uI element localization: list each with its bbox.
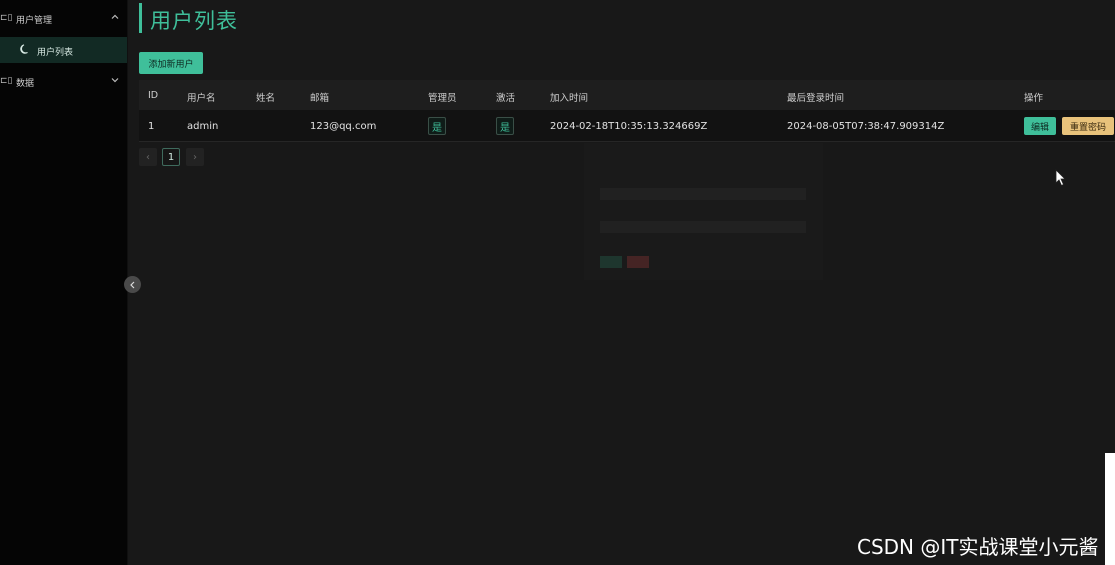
cell-id: 1 xyxy=(148,121,155,132)
faded-confirm-button xyxy=(600,256,622,268)
sidebar-item-user-list[interactable]: 用户列表 xyxy=(0,37,127,63)
sidebar: ⊏▯ 用户管理 用户列表 ⊏▯ 数据 xyxy=(0,0,128,565)
active-tag: 是 xyxy=(496,117,514,135)
chevron-left-icon xyxy=(129,281,134,288)
title-accent-bar xyxy=(139,3,142,33)
faded-input xyxy=(600,188,806,200)
data-structure-icon: ⊏▯ xyxy=(0,76,13,86)
data-structure-icon: ⊏▯ xyxy=(0,13,13,23)
column-header-actions: 操作 xyxy=(1024,93,1044,104)
cell-email: 123@qq.com xyxy=(310,121,377,132)
edit-button[interactable]: 编辑 xyxy=(1024,117,1056,135)
faded-input xyxy=(600,221,806,233)
menu-group-user-management[interactable]: ⊏▯ 用户管理 xyxy=(0,6,128,32)
mouse-cursor-icon xyxy=(1055,169,1066,187)
edge-strip xyxy=(1105,453,1115,565)
admin-tag: 是 xyxy=(428,117,446,135)
column-header-name: 姓名 xyxy=(256,93,276,104)
user-table: ID 用户名 姓名 邮箱 管理员 激活 加入时间 最后登录时间 操作 1 adm… xyxy=(139,80,1115,143)
add-user-button[interactable]: 添加新用户 xyxy=(139,52,203,74)
cell-username: admin xyxy=(187,121,219,132)
faded-cancel-button xyxy=(627,256,649,268)
column-header-email: 邮箱 xyxy=(310,93,330,104)
column-header-joined: 加入时间 xyxy=(550,93,589,104)
column-header-admin: 管理员 xyxy=(428,93,457,104)
column-header-username: 用户名 xyxy=(187,93,216,104)
table-header: ID 用户名 姓名 邮箱 管理员 激活 加入时间 最后登录时间 操作 xyxy=(139,80,1115,110)
column-header-last-login: 最后登录时间 xyxy=(787,93,845,104)
menu-group-data[interactable]: ⊏▯ 数据 xyxy=(0,69,128,95)
column-header-active: 激活 xyxy=(496,93,516,104)
table-row: 1 admin 123@qq.com 是 是 2024-02-18T10:35:… xyxy=(139,110,1115,142)
chevron-up-icon xyxy=(111,14,119,19)
menu-group-label: 数据 xyxy=(16,79,35,89)
chevron-down-icon xyxy=(111,78,119,83)
next-page-button[interactable]: › xyxy=(186,148,204,166)
page-title: 用户列表 xyxy=(150,9,238,33)
column-header-id: ID xyxy=(148,90,159,101)
sidebar-collapse-button[interactable] xyxy=(124,276,141,293)
faded-reset-password-dialog xyxy=(584,143,823,280)
cell-joined: 2024-02-18T10:35:13.324669Z xyxy=(550,121,708,132)
prev-page-button[interactable]: ‹ xyxy=(139,148,157,166)
cell-last-login: 2024-08-05T07:38:47.909314Z xyxy=(787,121,945,132)
menu-group-label: 用户管理 xyxy=(16,16,53,26)
watermark: CSDN @IT实战课堂小元酱 xyxy=(857,535,1099,559)
sidebar-item-label: 用户列表 xyxy=(37,48,74,58)
moon-icon xyxy=(20,44,28,54)
reset-password-button[interactable]: 重置密码 xyxy=(1062,117,1114,135)
page-number-current[interactable]: 1 xyxy=(162,148,180,166)
